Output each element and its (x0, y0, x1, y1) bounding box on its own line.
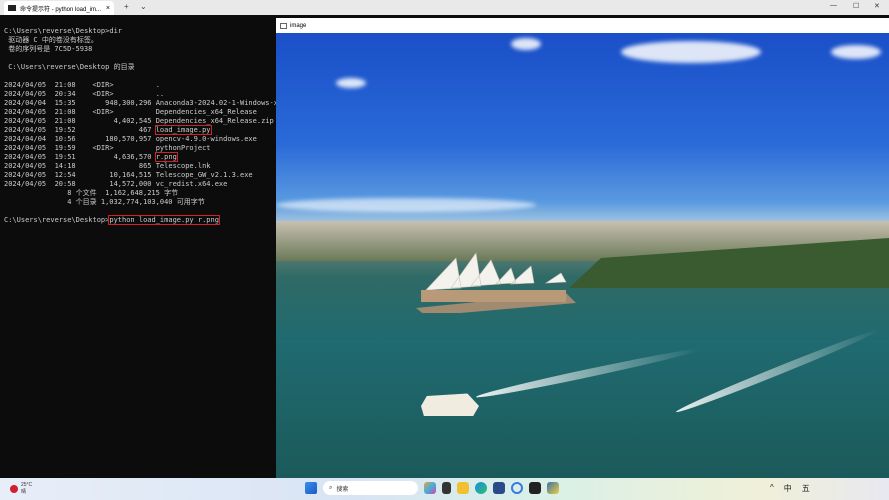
dir-row-filename: .. (155, 90, 165, 98)
dir-row-meta: 2024/04/04 15:35 948,300,296 (4, 99, 156, 107)
file-explorer-icon[interactable] (457, 482, 469, 494)
dir-row: 2024/04/05 20:34 <DIR> .. (4, 90, 276, 99)
new-tab-button[interactable]: + (124, 2, 129, 11)
search-icon: ⌕ (329, 484, 333, 491)
dir-row: 2024/04/05 21:08 <DIR> Dependencies_x64_… (4, 108, 276, 117)
dir-row-meta: 2024/04/05 20:58 14,572,000 (4, 180, 156, 188)
dir-row-filename: . (155, 81, 160, 89)
ime-mode[interactable]: 五 (802, 483, 810, 494)
store-icon[interactable] (493, 482, 505, 494)
dir-row: 2024/04/05 21:08 4,402,545 Dependencies_… (4, 117, 276, 126)
close-window-button[interactable]: ✕ (874, 2, 880, 10)
dir-row-filename: r.png (154, 152, 178, 162)
dir-summary-dirs: 4 个目录 1,032,774,103,040 可用字节 (4, 198, 205, 206)
sydney-opera-house-photo (276, 33, 889, 478)
dir-row-meta: 2024/04/05 19:59 <DIR> (4, 144, 156, 152)
dir-summary-files: 8 个文件 1,162,648,215 字节 (4, 189, 179, 197)
terminal-line: 卷的序列号是 7C5D-5938 (4, 45, 93, 53)
terminal-line: C:\Users\reverse\Desktop>dir (4, 27, 123, 35)
minimize-button[interactable]: — (830, 2, 837, 9)
ferry (421, 393, 479, 416)
terminal-line: C:\Users\reverse\Desktop 的目录 (4, 63, 135, 71)
dir-row-meta: 2024/04/04 10:56 180,570,957 (4, 135, 156, 143)
task-view-icon[interactable] (442, 482, 451, 494)
image-window[interactable]: image (276, 18, 889, 478)
ime-indicator[interactable]: 中 (784, 483, 792, 494)
dir-row-filename: Telescope.lnk (155, 162, 211, 170)
terminal-icon (8, 5, 16, 11)
dir-row-filename: vc_redist.x64.exe (155, 180, 228, 188)
terminal-app-icon[interactable] (529, 482, 541, 494)
dir-row: 2024/04/05 21:08 <DIR> . (4, 81, 276, 90)
opera-house (416, 252, 576, 313)
dir-row-meta: 2024/04/05 21:08 <DIR> (4, 108, 156, 116)
weather-badge (10, 484, 18, 493)
dir-row-filename: Anaconda3-2024.02-1-Windows-x86_64.exe (155, 99, 276, 107)
command-line: C:\Users\reverse\Desktop>python load_ima… (4, 215, 276, 225)
tray-chevron-icon[interactable]: ^ (770, 483, 774, 494)
system-tray: ^ 中 五 (770, 483, 810, 494)
dir-row: 2024/04/05 20:58 14,572,000 vc_redist.x6… (4, 180, 276, 189)
copilot-icon[interactable] (424, 482, 436, 494)
dir-row: 2024/04/05 19:52 467 load_image.py (4, 125, 276, 135)
dir-row-filename: Telescope_GW_v2.1.3.exe (155, 171, 253, 179)
weather-widget[interactable]: 25°C 晴 (10, 482, 32, 495)
terminal-header-lines: C:\Users\reverse\Desktop>dir 驱动器 C 中的卷没有… (4, 27, 276, 81)
dir-row-meta: 2024/04/05 20:34 <DIR> (4, 90, 156, 98)
dir-row-filename: Dependencies_x64_Release (155, 108, 257, 116)
dir-row-filename: Dependencies_x64_Release.zip (155, 117, 274, 125)
windows-start-button[interactable] (305, 482, 317, 494)
dir-row: 2024/04/05 19:51 4,636,570 r.png (4, 152, 276, 162)
terminal-line: 驱动器 C 中的卷没有标签。 (4, 36, 98, 44)
dir-row: 2024/04/05 19:59 <DIR> pythonProject (4, 144, 276, 153)
terminal-tab[interactable]: 命令提示符 - python load_im... × (4, 1, 114, 15)
edge-icon[interactable] (475, 482, 487, 494)
dir-row-meta: 2024/04/05 19:51 4,636,570 (4, 153, 156, 161)
dir-listing: 2024/04/05 21:08 <DIR> . 2024/04/05 20:34… (4, 81, 276, 189)
dir-row-filename: load_image.py (154, 125, 212, 135)
image-window-titlebar[interactable]: image (276, 18, 889, 33)
dir-row: 2024/04/05 12:54 10,164,515 Telescope_GW… (4, 171, 276, 180)
dir-row-meta: 2024/04/05 19:52 467 (4, 126, 156, 134)
terminal-tab-bar: 命令提示符 - python load_im... × + ⌄ — ☐ ✕ (0, 0, 889, 15)
tab-dropdown-button[interactable]: ⌄ (140, 2, 147, 11)
tab-title: 命令提示符 - python load_im... (20, 6, 102, 13)
dir-row-meta: 2024/04/05 12:54 10,164,515 (4, 171, 156, 179)
maximize-button[interactable]: ☐ (853, 2, 859, 10)
image-window-title: image (290, 22, 307, 29)
tab-close-button[interactable]: × (106, 5, 110, 12)
weather-desc: 晴 (21, 489, 27, 495)
dir-row: 2024/04/04 15:35 948,300,296 Anaconda3-2… (4, 99, 276, 108)
dir-row-meta: 2024/04/05 21:08 <DIR> (4, 81, 156, 89)
dir-row-filename: pythonProject (155, 144, 211, 152)
dir-row: 2024/04/05 14:18 865 Telescope.lnk (4, 162, 276, 171)
dir-row-meta: 2024/04/05 14:18 865 (4, 162, 156, 170)
image-icon (280, 22, 287, 29)
highlighted-command: python load_image.py r.png (108, 215, 220, 225)
dir-row: 2024/04/04 10:56 180,570,957 opencv-4.9.… (4, 135, 276, 144)
prompt: C:\Users\reverse\Desktop> (4, 216, 110, 224)
taskbar-search[interactable]: ⌕ 搜索 (323, 481, 418, 495)
cortana-icon[interactable] (511, 482, 523, 494)
taskbar: 25°C 晴 ⌕ 搜索 ^ 中 五 (0, 478, 889, 500)
dir-row-filename: opencv-4.9.0-windows.exe (155, 135, 257, 143)
dir-row-meta: 2024/04/05 21:08 4,402,545 (4, 117, 156, 125)
terminal-output[interactable]: C:\Users\reverse\Desktop>dir 驱动器 C 中的卷没有… (0, 15, 276, 478)
python-icon[interactable] (547, 482, 559, 494)
search-placeholder: 搜索 (336, 486, 349, 493)
